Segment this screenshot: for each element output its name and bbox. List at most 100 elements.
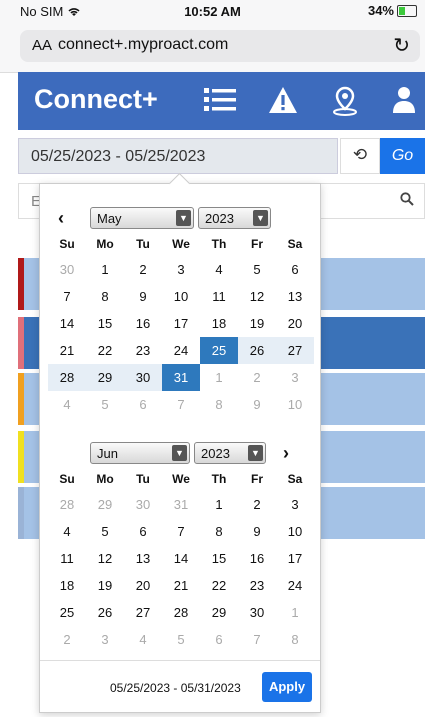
calendar-day[interactable]: 26	[238, 337, 276, 364]
calendar-day[interactable]: 6	[124, 391, 162, 418]
calendar-day[interactable]: 16	[238, 545, 276, 572]
calendar-day[interactable]: 30	[124, 364, 162, 391]
calendar-day[interactable]: 4	[48, 518, 86, 545]
calendar-day[interactable]: 3	[276, 364, 314, 391]
calendar-day[interactable]: 28	[48, 364, 86, 391]
calendar-day[interactable]: 21	[162, 572, 200, 599]
apply-button[interactable]: Apply	[262, 672, 312, 702]
calendar-day[interactable]: 6	[124, 518, 162, 545]
calendar-day[interactable]: 28	[48, 491, 86, 518]
calendar-day[interactable]: 7	[238, 626, 276, 653]
url-text[interactable]: connect+.myproact.com	[58, 36, 228, 54]
calendar-day[interactable]: 9	[124, 283, 162, 310]
left-year-select[interactable]: 2023 ▼	[198, 207, 271, 229]
calendar-day[interactable]: 19	[86, 572, 124, 599]
calendar-day[interactable]: 11	[200, 283, 238, 310]
calendar-day[interactable]: 20	[276, 310, 314, 337]
alert-icon[interactable]	[268, 86, 298, 119]
calendar-day[interactable]: 31	[162, 364, 200, 391]
reset-date-button[interactable]: ⟲	[340, 138, 380, 174]
date-range-input[interactable]: 05/25/2023 - 05/25/2023	[18, 138, 338, 174]
calendar-day[interactable]: 22	[86, 337, 124, 364]
calendar-day[interactable]: 2	[124, 256, 162, 283]
calendar-day[interactable]: 24	[276, 572, 314, 599]
calendar-day[interactable]: 5	[238, 256, 276, 283]
calendar-day[interactable]: 29	[200, 599, 238, 626]
calendar-day[interactable]: 6	[276, 256, 314, 283]
calendar-day[interactable]: 3	[86, 626, 124, 653]
calendar-day[interactable]: 27	[276, 337, 314, 364]
calendar-day[interactable]: 5	[162, 626, 200, 653]
next-month-icon[interactable]: ›	[283, 443, 289, 464]
calendar-day[interactable]: 17	[162, 310, 200, 337]
calendar-day[interactable]: 6	[200, 626, 238, 653]
calendar-day[interactable]: 12	[238, 283, 276, 310]
calendar-day[interactable]: 15	[86, 310, 124, 337]
calendar-day[interactable]: 12	[86, 545, 124, 572]
calendar-day[interactable]: 25	[200, 337, 238, 364]
calendar-day[interactable]: 30	[238, 599, 276, 626]
calendar-day[interactable]: 3	[276, 491, 314, 518]
calendar-day[interactable]: 30	[48, 256, 86, 283]
list-icon[interactable]	[204, 86, 236, 119]
calendar-day[interactable]: 4	[200, 256, 238, 283]
calendar-day[interactable]: 10	[276, 391, 314, 418]
calendar-day[interactable]: 13	[124, 545, 162, 572]
calendar-day[interactable]: 28	[162, 599, 200, 626]
calendar-day[interactable]: 17	[276, 545, 314, 572]
calendar-day[interactable]: 1	[200, 364, 238, 391]
user-icon[interactable]	[392, 86, 416, 119]
calendar-day[interactable]: 2	[48, 626, 86, 653]
calendar-day[interactable]: 23	[124, 337, 162, 364]
calendar-day[interactable]: 18	[48, 572, 86, 599]
calendar-day[interactable]: 15	[200, 545, 238, 572]
calendar-day[interactable]: 5	[86, 391, 124, 418]
calendar-day[interactable]: 3	[162, 256, 200, 283]
calendar-day[interactable]: 13	[276, 283, 314, 310]
calendar-day[interactable]: 19	[238, 310, 276, 337]
calendar-day[interactable]: 30	[124, 491, 162, 518]
calendar-day[interactable]: 27	[124, 599, 162, 626]
calendar-day[interactable]: 21	[48, 337, 86, 364]
reload-icon[interactable]: ↻	[393, 33, 410, 58]
calendar-day[interactable]: 1	[276, 599, 314, 626]
left-month-select[interactable]: May ▼	[90, 207, 194, 229]
calendar-day[interactable]: 2	[238, 491, 276, 518]
calendar-day[interactable]: 29	[86, 364, 124, 391]
calendar-day[interactable]: 7	[48, 283, 86, 310]
calendar-day[interactable]: 5	[86, 518, 124, 545]
search-icon[interactable]	[400, 192, 414, 211]
prev-month-icon[interactable]: ‹	[58, 208, 64, 229]
calendar-day[interactable]: 31	[162, 491, 200, 518]
calendar-day[interactable]: 9	[238, 391, 276, 418]
location-pin-icon[interactable]	[332, 86, 358, 121]
calendar-day[interactable]: 7	[162, 518, 200, 545]
calendar-day[interactable]: 23	[238, 572, 276, 599]
right-year-select[interactable]: 2023 ▼	[194, 442, 266, 464]
brand-logo[interactable]: Connect+	[34, 84, 158, 115]
right-month-select[interactable]: Jun ▼	[90, 442, 190, 464]
calendar-day[interactable]: 9	[238, 518, 276, 545]
go-button[interactable]: Go	[380, 138, 425, 174]
calendar-day[interactable]: 4	[124, 626, 162, 653]
calendar-day[interactable]: 8	[86, 283, 124, 310]
calendar-day[interactable]: 25	[48, 599, 86, 626]
calendar-day[interactable]: 8	[200, 391, 238, 418]
calendar-day[interactable]: 10	[162, 283, 200, 310]
calendar-day[interactable]: 16	[124, 310, 162, 337]
calendar-day[interactable]: 24	[162, 337, 200, 364]
calendar-day[interactable]: 2	[238, 364, 276, 391]
calendar-day[interactable]: 11	[48, 545, 86, 572]
calendar-day[interactable]: 8	[200, 518, 238, 545]
calendar-day[interactable]: 1	[200, 491, 238, 518]
calendar-day[interactable]: 18	[200, 310, 238, 337]
calendar-day[interactable]: 26	[86, 599, 124, 626]
calendar-day[interactable]: 14	[162, 545, 200, 572]
calendar-day[interactable]: 1	[86, 256, 124, 283]
calendar-day[interactable]: 4	[48, 391, 86, 418]
calendar-day[interactable]: 14	[48, 310, 86, 337]
text-size-button[interactable]: AA	[32, 37, 52, 54]
calendar-day[interactable]: 29	[86, 491, 124, 518]
calendar-day[interactable]: 20	[124, 572, 162, 599]
calendar-day[interactable]: 7	[162, 391, 200, 418]
